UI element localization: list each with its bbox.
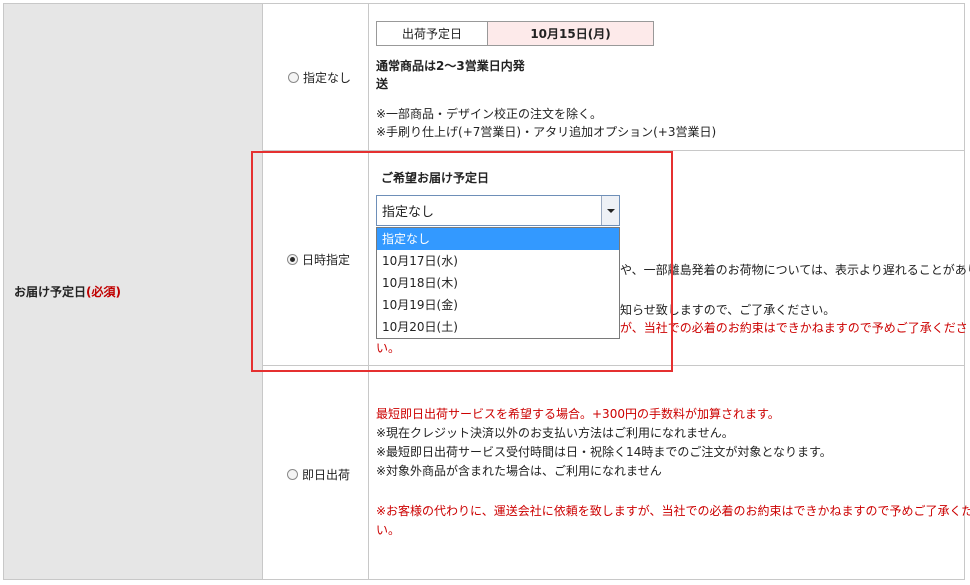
sameday-line-6: い。 <box>376 523 401 537</box>
sameday-line-1: 最短即日出荷サービスを希望する場合。+300円の手数料が加算されます。 <box>376 407 780 421</box>
ship-note-1: ※一部商品・デザイン校正の注文を除く。 <box>376 107 603 121</box>
radio-none[interactable] <box>288 72 299 83</box>
field-label-text: お届け予定日 <box>14 285 87 299</box>
sameday-line-2: ※現在クレジット決済以外のお支払い方法はご利用になれません。 <box>376 426 734 440</box>
highlight-frame <box>251 151 673 372</box>
required-mark: (必須) <box>86 285 121 299</box>
ship-date-key: 出荷予定日 <box>377 22 488 45</box>
radio-option-none[interactable]: 指定なし <box>288 69 351 86</box>
radio-option-sameday[interactable]: 即日出荷 <box>287 466 350 483</box>
radio-sameday-label: 即日出荷 <box>302 468 351 482</box>
sameday-line-3: ※最短即日出荷サービス受付時間は日・祝除く14時までのご注文が対象となります。 <box>376 445 832 459</box>
ship-date-box: 出荷予定日 10月15日(月) <box>376 21 654 46</box>
field-label: お届け予定日(必須) <box>14 283 121 300</box>
sameday-line-4: ※対象外商品が含まれた場合は、ご利用になれません <box>376 464 662 478</box>
ship-date-value: 10月15日(月) <box>488 22 653 45</box>
ship-notice-line1: 通常商品は2〜3営業日内発 <box>376 59 525 73</box>
delivery-date-form: お届け予定日(必須) 指定なし 出荷予定日 10月15日(月) 通常商品は2〜3… <box>0 0 970 585</box>
ship-notice-line2: 送 <box>376 77 389 91</box>
ship-note-2: ※手刷り仕上げ(+7営業日)・アタリ追加オプション(+3営業日) <box>376 125 717 139</box>
radio-sameday[interactable] <box>287 469 298 480</box>
radio-none-label: 指定なし <box>303 71 352 85</box>
sameday-line-5: ※お客様の代わりに、運送会社に依頼を致しますが、当社での必着のお約束はできかねま… <box>376 504 970 518</box>
